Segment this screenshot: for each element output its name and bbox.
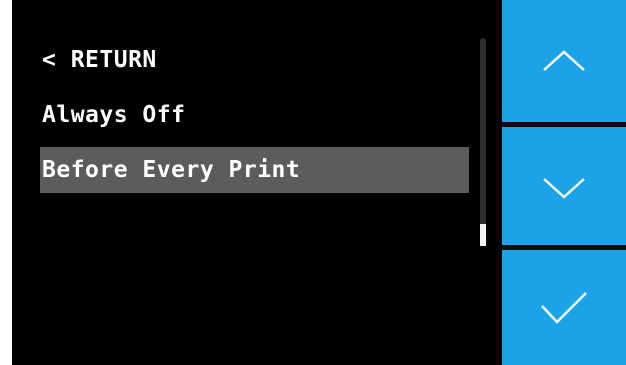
scroll-down-button[interactable]	[502, 127, 626, 245]
menu-item-before-every-print[interactable]: Before Every Print	[40, 147, 469, 193]
menu-item-return[interactable]: < RETURN	[40, 37, 157, 83]
scrollbar-thumb[interactable]	[480, 224, 486, 246]
scrollbar[interactable]	[480, 38, 486, 246]
confirm-button[interactable]	[502, 250, 626, 365]
chevron-down-icon	[543, 178, 585, 199]
chevron-up-icon	[543, 50, 585, 71]
menu-screen: < RETURN Always Off Before Every Print	[12, 0, 502, 365]
scroll-up-button[interactable]	[502, 0, 626, 122]
checkmark-icon	[541, 291, 587, 324]
menu-item-always-off[interactable]: Always Off	[40, 92, 185, 138]
